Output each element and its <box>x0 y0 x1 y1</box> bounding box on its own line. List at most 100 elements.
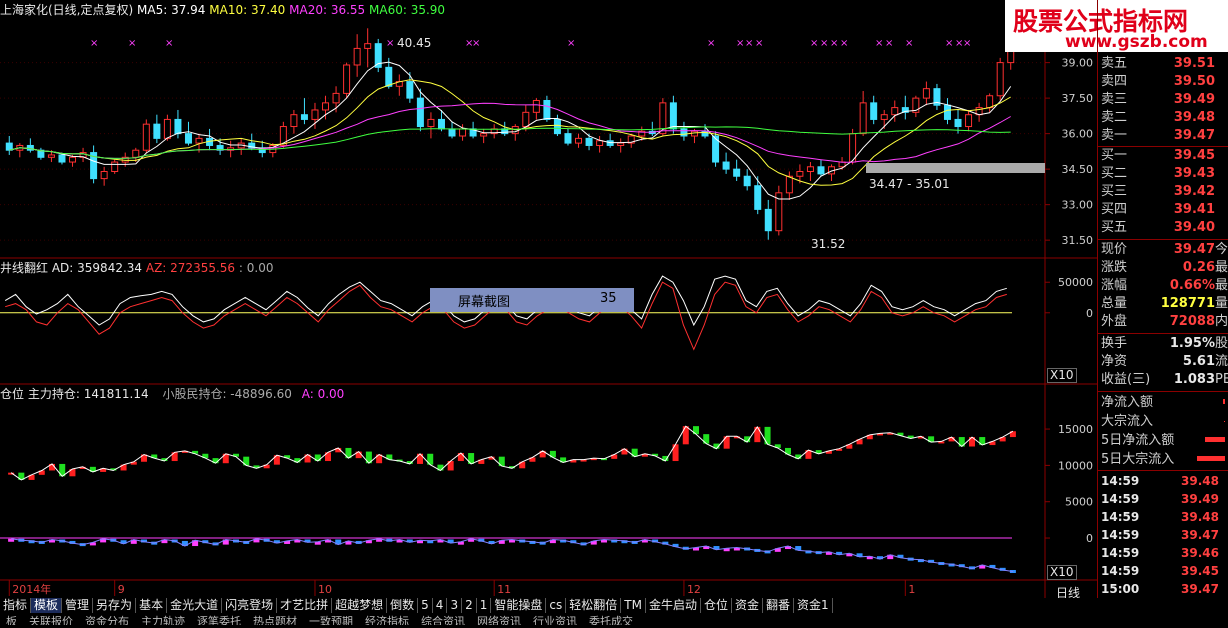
candle-body <box>943 104 951 120</box>
indicator-tab[interactable]: 资金 <box>732 598 763 613</box>
retail-holding-line <box>11 538 1013 572</box>
buy-level-price: 39.43 <box>1173 166 1215 181</box>
info-tab[interactable]: 网络资讯 <box>471 615 527 625</box>
indicator-tab[interactable]: 智能操盘 <box>491 598 547 613</box>
quote-stat-row: 总量 128771 量 <box>1098 295 1228 313</box>
indicator-tab[interactable]: 仓位 <box>701 598 732 613</box>
indicator-tab[interactable]: 4 <box>433 598 448 613</box>
quote-stat-row: 涨跌 0.26 最 <box>1098 259 1228 277</box>
sell-level-row: 卖二 39.48 <box>1098 109 1228 127</box>
y-tick-label: 0 <box>1086 532 1093 545</box>
info-tab[interactable]: 逐笔委托 <box>191 615 247 625</box>
quote-stat-label: 现价 <box>1101 242 1128 257</box>
info-tab[interactable]: 主力轨迹 <box>135 615 191 625</box>
info-tab[interactable]: 板 <box>0 615 23 625</box>
indicator-tab[interactable]: 基本 <box>136 598 168 613</box>
candle-body <box>553 118 561 135</box>
indicator-tab[interactable]: 3 <box>447 598 463 613</box>
indicator-tab[interactable]: 轻松翻倍 <box>566 598 622 613</box>
quote-stat-label: 涨跌 <box>1101 260 1128 275</box>
info-tab[interactable]: 综合资讯 <box>415 615 471 625</box>
candle-body <box>891 107 899 116</box>
indicator-tab[interactable]: TM <box>621 598 646 613</box>
candle-body <box>796 171 804 177</box>
sell-level-row: 卖三 39.49 <box>1098 91 1228 109</box>
info-tab[interactable]: 热点题材 <box>247 615 303 625</box>
candle-body <box>986 95 994 109</box>
capital-flow-bar <box>1224 421 1225 422</box>
capital-flow-row: 大宗流入 <box>1098 412 1228 431</box>
info-tab[interactable]: 行业资讯 <box>527 615 583 625</box>
indicator-tab[interactable]: 才艺比拼 <box>277 598 333 613</box>
quote-stat-extra-label: 最 <box>1215 278 1228 293</box>
candle-body <box>58 154 66 163</box>
indicator-tab[interactable]: 模板 <box>31 598 63 613</box>
candle-body <box>785 175 793 194</box>
tick-time: 14:59 <box>1101 492 1140 506</box>
buy-level-label: 买一 <box>1101 148 1128 163</box>
indicator-tab[interactable]: 2 <box>462 598 477 613</box>
signal-marker: × <box>472 38 480 49</box>
candle-body <box>922 88 930 99</box>
candle-body <box>754 185 762 210</box>
sell-level-label: 卖五 <box>1101 56 1128 71</box>
candle-body <box>332 92 340 104</box>
tick-row: 14:59 39.48 <box>1098 472 1228 490</box>
screenshot-tooltip: 屏幕截图 35 <box>430 288 634 312</box>
x-tick-label: 2014年 <box>12 582 51 596</box>
quote-stat-extra-label: 股 <box>1215 336 1228 351</box>
info-tab[interactable]: 一致预期 <box>303 615 359 625</box>
candle-body <box>880 114 888 120</box>
indicator-tab[interactable]: 另存为 <box>93 598 137 613</box>
indicator-tab[interactable]: 5 <box>418 598 433 613</box>
indicator-tab[interactable]: 管理 <box>62 598 94 613</box>
scale-x10-button[interactable]: X10 <box>1047 368 1077 383</box>
quote-stat-label: 总量 <box>1101 296 1128 311</box>
buy-level-label: 买五 <box>1101 220 1128 235</box>
sell-level-label: 卖四 <box>1101 74 1128 89</box>
indicator-tab[interactable]: 翻番 <box>763 598 794 613</box>
tick-price: 39.46 <box>1181 546 1219 560</box>
low-annotation: 31.52 <box>811 237 846 251</box>
candle-body <box>459 128 467 137</box>
scale-x10-button[interactable]: X10 <box>1047 565 1077 580</box>
indicator-tab[interactable]: 指标 <box>0 598 32 613</box>
candle-body <box>437 118 445 130</box>
quote-divider <box>1098 239 1228 240</box>
x-tick-label: 12 <box>687 583 701 596</box>
sell-level-price: 39.50 <box>1173 74 1215 89</box>
indicator-tab[interactable]: 超越梦想 <box>332 598 388 613</box>
high-annotation: 40.45 <box>397 36 432 50</box>
tick-price: 39.45 <box>1181 564 1219 578</box>
indicator-tab[interactable]: 倒数 <box>387 598 419 613</box>
indicator-tab[interactable]: 资金1 <box>794 598 833 613</box>
quote-stat-value: 72088 <box>1169 314 1215 329</box>
quote-stat-extra-label: PE <box>1215 372 1228 387</box>
sell-level-label: 卖三 <box>1101 92 1128 107</box>
info-tab[interactable]: 委托成交 <box>583 615 639 625</box>
tick-time: 14:59 <box>1101 510 1140 524</box>
signal-marker: × <box>745 38 753 49</box>
candle-body <box>142 123 150 151</box>
candle-body <box>859 102 867 135</box>
signal-marker: × <box>386 38 394 49</box>
candle-body <box>564 133 572 144</box>
tick-row: 14:59 39.45 <box>1098 562 1228 580</box>
info-tab[interactable]: 经济指标 <box>359 615 415 625</box>
candle-body <box>870 102 878 120</box>
indicator-tab[interactable]: 金牛启动 <box>646 598 701 613</box>
indicator-tab[interactable]: 1 <box>477 598 492 613</box>
info-tab[interactable]: 资金分布 <box>79 615 135 625</box>
signal-marker: × <box>755 38 763 49</box>
candle-body <box>153 123 161 139</box>
buy-level-price: 39.45 <box>1173 148 1215 163</box>
indicator-tab[interactable]: 金光大道 <box>167 598 223 613</box>
candle-body <box>100 171 108 180</box>
info-tab[interactable]: 关联报价 <box>23 615 79 625</box>
candle-body <box>817 166 825 175</box>
quote-panel: 卖五 39.51 卖四 39.50 卖三 39.49 卖二 39.48 卖一 39.47 买一 39.… <box>1097 0 1228 600</box>
sell-level-price: 39.48 <box>1173 110 1215 125</box>
indicator-tab[interactable]: cs <box>546 598 567 613</box>
indicator-tab[interactable]: 闪亮登场 <box>222 598 278 613</box>
candle-body <box>743 175 751 187</box>
